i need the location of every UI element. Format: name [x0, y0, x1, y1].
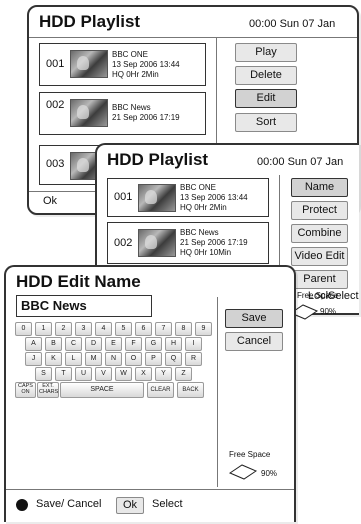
key-m[interactable]: M — [85, 352, 102, 366]
key-t[interactable]: T — [55, 367, 72, 381]
playlist-item-001[interactable]: 001 BBC ONE 13 Sep 2006 13:44 HQ 0Hr 2Mi… — [39, 43, 206, 86]
key-s[interactable]: S — [35, 367, 52, 381]
item-meta: BBC News 21 Sep 2006 17:19 — [112, 103, 180, 122]
clock: 00:00 Sun 07 Jan — [249, 18, 336, 30]
caps-on-key[interactable]: CAPS ON — [15, 382, 36, 398]
divider — [29, 37, 357, 38]
combine-button[interactable]: Combine — [291, 224, 348, 243]
key-l[interactable]: L — [65, 352, 82, 366]
name-button[interactable]: Name — [291, 178, 348, 197]
play-button[interactable]: Play — [235, 43, 297, 62]
back-key[interactable]: BACK — [177, 382, 204, 398]
playlist-item-002[interactable]: 002 BBC News 21 Sep 2006 17:19 — [39, 92, 206, 135]
item-meta: BBC ONE 13 Sep 2006 13:44 HQ 0Hr 2Min — [180, 183, 248, 212]
key-f[interactable]: F — [125, 337, 142, 351]
item-number: 002 — [114, 237, 133, 249]
key-q[interactable]: Q — [165, 352, 182, 366]
key-k[interactable]: K — [45, 352, 62, 366]
cancel-button[interactable]: Cancel — [225, 332, 283, 351]
footer-divider — [6, 489, 294, 490]
playlist-item-001[interactable]: 001 BBC ONE 13 Sep 2006 13:44 HQ 0Hr 2Mi… — [107, 178, 269, 217]
free-space-label: Free Space — [229, 450, 271, 459]
key-h[interactable]: H — [165, 337, 182, 351]
select-label: Select — [152, 498, 183, 510]
item-meta: BBC News 21 Sep 2006 17:19 HQ 0Hr 10Min — [180, 228, 248, 257]
key-j[interactable]: J — [25, 352, 42, 366]
video-edit-button[interactable]: Video Edit — [291, 247, 348, 266]
delete-button[interactable]: Delete — [235, 66, 297, 85]
thumbnail — [138, 229, 176, 257]
key-i[interactable]: I — [185, 337, 202, 351]
space-key[interactable]: SPACE — [60, 382, 144, 398]
disk-icon — [228, 464, 258, 480]
ok-label[interactable]: Ok — [43, 195, 57, 207]
key-d[interactable]: D — [85, 337, 102, 351]
key-6[interactable]: 6 — [135, 322, 152, 336]
save-cancel-label: Save/ Cancel — [36, 498, 102, 510]
key-z[interactable]: Z — [175, 367, 192, 381]
thumbnail — [70, 99, 108, 127]
key-9[interactable]: 9 — [195, 322, 212, 336]
protect-button[interactable]: Protect — [291, 201, 348, 220]
thumbnail — [70, 50, 108, 78]
item-number: 002 — [46, 99, 65, 111]
key-c[interactable]: C — [65, 337, 82, 351]
key-x[interactable]: X — [135, 367, 152, 381]
key-a[interactable]: A — [25, 337, 42, 351]
page-title: HDD Playlist — [107, 150, 209, 169]
playlist-item-002[interactable]: 002 BBC News 21 Sep 2006 17:19 HQ 0Hr 10… — [107, 222, 269, 264]
key-5[interactable]: 5 — [115, 322, 132, 336]
key-y[interactable]: Y — [155, 367, 172, 381]
edit-name-panel: HDD Edit Name BBC News 0 1 2 3 4 5 6 7 8… — [4, 265, 296, 522]
key-3[interactable]: 3 — [75, 322, 92, 336]
item-meta: BBC ONE 13 Sep 2006 13:44 HQ 0Hr 2Min — [112, 50, 180, 79]
clock: 00:00 Sun 07 Jan — [257, 156, 344, 168]
item-number: 001 — [46, 58, 65, 70]
save-button[interactable]: Save — [225, 309, 283, 328]
key-e[interactable]: E — [105, 337, 122, 351]
key-g[interactable]: G — [145, 337, 162, 351]
key-2[interactable]: 2 — [55, 322, 72, 336]
name-input[interactable]: BBC News — [16, 295, 152, 317]
item-number: 001 — [114, 191, 133, 203]
red-button-icon — [16, 499, 28, 511]
key-v[interactable]: V — [95, 367, 112, 381]
key-w[interactable]: W — [115, 367, 132, 381]
key-p[interactable]: P — [145, 352, 162, 366]
select-label: Select — [328, 290, 359, 302]
ok-button[interactable]: Ok — [116, 497, 144, 514]
item-number: 003 — [46, 158, 65, 170]
key-o[interactable]: O — [125, 352, 142, 366]
clear-key[interactable]: CLEAR — [147, 382, 174, 398]
page-title: HDD Playlist — [39, 12, 141, 31]
free-space-value: 90% — [261, 469, 278, 478]
key-4[interactable]: 4 — [95, 322, 112, 336]
key-0[interactable]: 0 — [15, 322, 32, 336]
page-title: HDD Edit Name — [16, 272, 141, 291]
onscreen-keyboard: 0 1 2 3 4 5 6 7 8 9 A B C D E F G H I J … — [15, 322, 215, 400]
key-u[interactable]: U — [75, 367, 92, 381]
key-b[interactable]: B — [45, 337, 62, 351]
divider — [217, 297, 218, 487]
free-space-value: 90% — [320, 307, 337, 316]
key-7[interactable]: 7 — [155, 322, 172, 336]
key-n[interactable]: N — [105, 352, 122, 366]
edit-button[interactable]: Edit — [235, 89, 297, 108]
key-8[interactable]: 8 — [175, 322, 192, 336]
thumbnail — [138, 184, 176, 212]
key-r[interactable]: R — [185, 352, 202, 366]
sort-button[interactable]: Sort — [235, 113, 297, 132]
ext-chars-key[interactable]: EXT. CHARS — [37, 382, 59, 398]
key-1[interactable]: 1 — [35, 322, 52, 336]
parent-lock-button[interactable]: Parent Lock — [291, 270, 348, 302]
